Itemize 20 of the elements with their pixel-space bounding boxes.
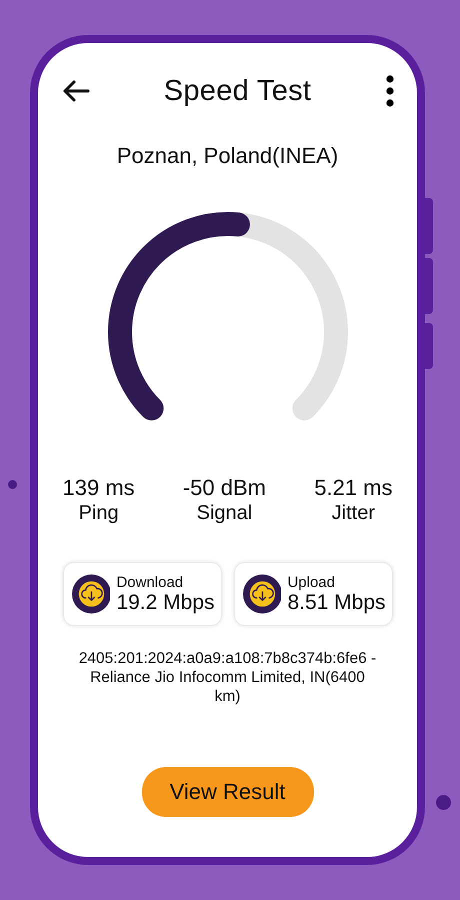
stat-value: 139 ms [62, 475, 135, 501]
stat-value: 5.21 ms [314, 475, 392, 501]
decor-dot [8, 480, 17, 489]
speed-value: 8.51 Mbps [287, 590, 386, 614]
speed-label: Upload [287, 574, 336, 590]
stat-label: Ping [78, 501, 119, 525]
decor-dot [436, 795, 451, 810]
stat-value: -50 dBm [182, 475, 266, 501]
view-result-button[interactable]: View Result [142, 767, 314, 817]
more-options-icon [384, 75, 395, 107]
server-location: Poznan, Poland(INEA) [116, 143, 338, 169]
speed-value: 19.2 Mbps [116, 590, 214, 614]
speed-label: Download [116, 574, 184, 590]
stat-label: Signal [196, 501, 252, 525]
server-info: 2405:201:2024:a0a9:a108:7b8c374b:6fe6 - Reliance Jio Infocomm Limited, IN(6400 km) [78, 649, 378, 706]
cloud-download-icon [242, 574, 282, 614]
screen-title: Speed Test [164, 74, 312, 108]
back-arrow-icon [62, 79, 90, 103]
stat-label: Jitter [332, 501, 376, 525]
cloud-download-icon [72, 574, 110, 614]
